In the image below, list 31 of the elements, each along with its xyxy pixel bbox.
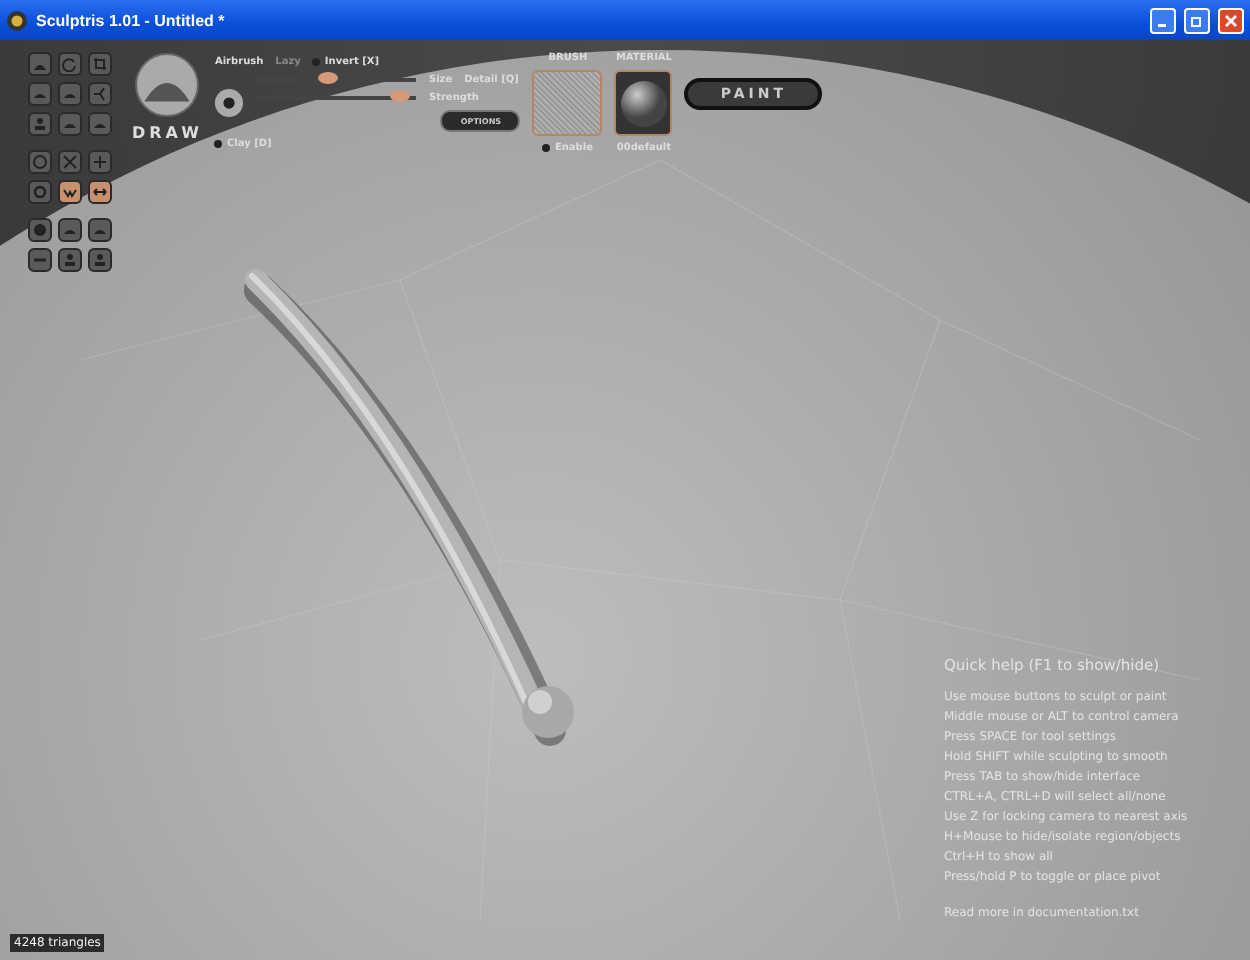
tool-button[interactable] — [88, 218, 112, 242]
tool-button[interactable] — [88, 180, 112, 204]
toggle-dot[interactable] — [312, 58, 321, 66]
close-button[interactable] — [1218, 7, 1244, 33]
toggle-dot[interactable] — [542, 144, 551, 152]
material-swatch[interactable] — [614, 70, 673, 136]
sphere-icon — [619, 79, 668, 127]
tool-name: DRAW — [132, 124, 203, 142]
tool-button[interactable] — [28, 218, 52, 242]
tool-icon — [92, 252, 108, 268]
tool-icon — [62, 252, 78, 268]
tool-button[interactable] — [58, 180, 82, 204]
tool-icon — [32, 116, 48, 132]
restore-icon — [1190, 13, 1204, 27]
restore-button[interactable] — [1184, 7, 1210, 33]
tool-button[interactable] — [58, 218, 82, 242]
brush-shape-icon[interactable] — [214, 88, 245, 118]
minimize-button[interactable] — [1150, 7, 1176, 33]
app-icon — [6, 9, 28, 31]
tool-button[interactable] — [88, 248, 112, 272]
tool-icon — [92, 184, 108, 200]
tool-icon — [92, 86, 108, 102]
toggle-dot[interactable] — [214, 140, 223, 148]
tool-icon — [62, 154, 78, 170]
tool-icon — [92, 154, 108, 170]
tool-button[interactable] — [58, 248, 82, 272]
tool-icon — [92, 56, 108, 72]
tool-button[interactable] — [28, 248, 52, 272]
window-title: Sculptris 1.01 - Untitled * — [36, 11, 227, 29]
brush-preview-icon — [134, 52, 201, 118]
close-icon — [1224, 13, 1238, 27]
